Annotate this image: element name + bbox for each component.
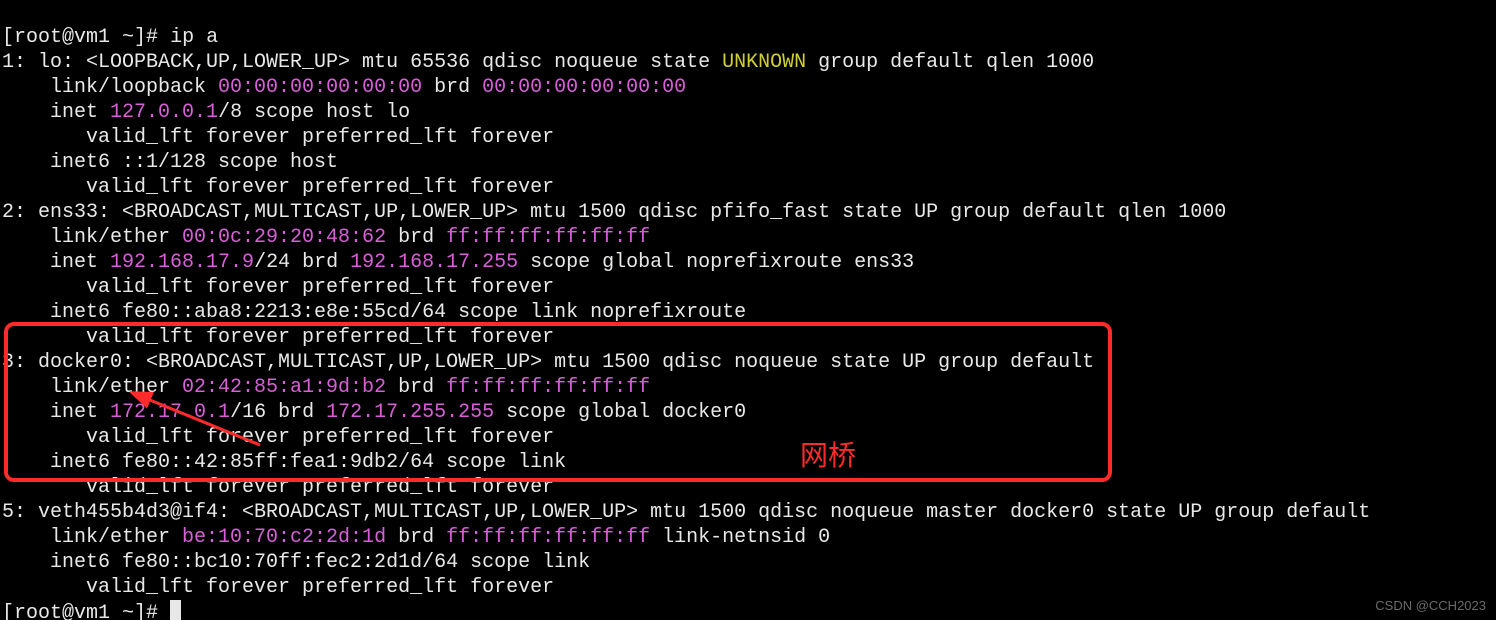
iface-docker0-header: 3: docker0: <BROADCAST,MULTICAST,UP,LOWE… — [2, 351, 1106, 374]
iface-ens33-link: link/ether 00:0c:29:20:48:62 brd ff:ff:f… — [2, 226, 650, 249]
iface-veth-link: link/ether be:10:70:c2:2d:1d brd ff:ff:f… — [2, 526, 830, 549]
command-text: ip a — [170, 26, 218, 49]
iface-docker0-inet: inet 172.17.0.1/16 brd 172.17.255.255 sc… — [2, 401, 746, 424]
valid-lft: valid_lft forever preferred_lft forever — [2, 276, 554, 299]
watermark-text: CSDN @CCH2023 — [1375, 598, 1486, 614]
iface-veth-inet6: inet6 fe80::bc10:70ff:fec2:2d1d/64 scope… — [2, 551, 602, 574]
iface-veth-header: 5: veth455b4d3@if4: <BROADCAST,MULTICAST… — [2, 501, 1382, 524]
iface-docker0-inet6: inet6 fe80::42:85ff:fea1:9db2/64 scope l… — [2, 451, 578, 474]
cursor-icon — [170, 600, 181, 620]
valid-lft: valid_lft forever preferred_lft forever — [2, 176, 554, 199]
iface-docker0-link: link/ether 02:42:85:a1:9d:b2 brd ff:ff:f… — [2, 376, 650, 399]
iface-lo-link: link/loopback 00:00:00:00:00:00 brd 00:0… — [2, 76, 686, 99]
iface-ens33-inet6: inet6 fe80::aba8:2213:e8e:55cd/64 scope … — [2, 301, 758, 324]
terminal-output[interactable]: [root@vm1 ~]# ip a 1: lo: <LOOPBACK,UP,L… — [0, 0, 1496, 620]
valid-lft: valid_lft forever preferred_lft forever — [2, 576, 554, 599]
state-unknown: UNKNOWN — [722, 51, 806, 74]
iface-lo-inet6: inet6 ::1/128 scope host — [2, 151, 350, 174]
iface-ens33-header: 2: ens33: <BROADCAST,MULTICAST,UP,LOWER_… — [2, 201, 1226, 224]
valid-lft: valid_lft forever preferred_lft forever — [2, 426, 554, 449]
valid-lft: valid_lft forever preferred_lft forever — [2, 476, 554, 499]
valid-lft: valid_lft forever preferred_lft forever — [2, 326, 554, 349]
iface-ens33-inet: inet 192.168.17.9/24 brd 192.168.17.255 … — [2, 251, 914, 274]
iface-lo-inet: inet 127.0.0.1/8 scope host lo — [2, 101, 410, 124]
annotation-label: 网桥 — [800, 438, 856, 473]
prompt-line: [root@vm1 ~]# ip a — [2, 26, 218, 49]
prompt-line: [root@vm1 ~]# — [2, 602, 181, 620]
iface-lo-header: 1: lo: <LOOPBACK,UP,LOWER_UP> mtu 65536 … — [2, 51, 1094, 74]
valid-lft: valid_lft forever preferred_lft forever — [2, 126, 554, 149]
